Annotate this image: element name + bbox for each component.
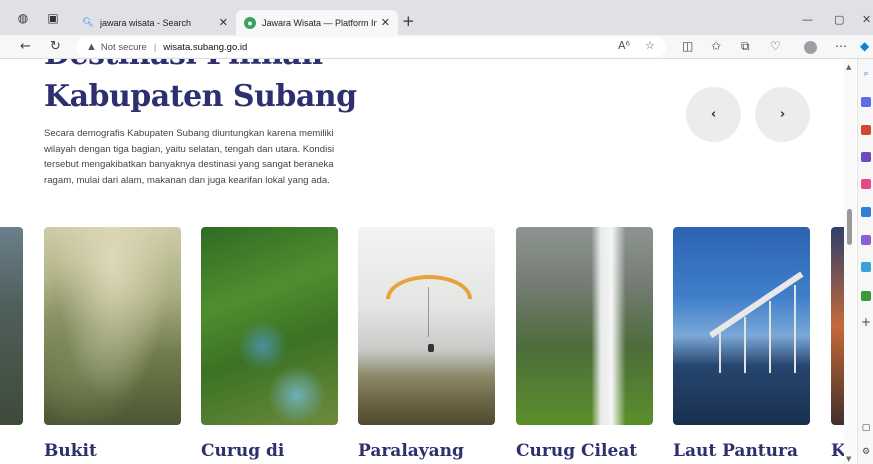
- split-screen-icon[interactable]: ◫: [682, 39, 693, 53]
- tree-icon[interactable]: [861, 291, 871, 301]
- workspaces-icon[interactable]: ◍: [16, 11, 30, 25]
- close-tab-icon[interactable]: ✕: [381, 16, 390, 29]
- destination-card-image[interactable]: [201, 227, 338, 425]
- tools-icon[interactable]: [861, 125, 871, 135]
- page-title-line1: Destinasi Pilihan: [44, 59, 323, 72]
- tab-title: jawara wisata - Search: [100, 17, 192, 28]
- carousel-prev-button[interactable]: ‹: [686, 87, 741, 142]
- destination-card-image[interactable]: [673, 227, 810, 425]
- settings-icon[interactable]: ⚙: [861, 447, 871, 457]
- sidebar-layout-icon[interactable]: ▢: [861, 423, 871, 433]
- destination-card-title[interactable]: Curug di: [201, 441, 284, 461]
- tab-jawara-wisata[interactable]: ● Jawara Wisata — Platform Inform ✕: [236, 10, 398, 35]
- carousel-next-button[interactable]: ›: [755, 87, 810, 142]
- favorite-star-icon[interactable]: ☆: [645, 39, 655, 52]
- page-title-line2: Kabupaten Subang: [44, 79, 357, 114]
- add-icon[interactable]: +: [861, 316, 871, 328]
- close-window-icon[interactable]: ✕: [862, 14, 871, 25]
- shopping-icon[interactable]: [861, 97, 871, 107]
- destination-card-title[interactable]: Bukit: [44, 441, 97, 461]
- scroll-down-icon[interactable]: ▼: [846, 455, 851, 463]
- more-icon[interactable]: ⋯: [835, 39, 847, 53]
- paraglider-line: [428, 287, 429, 337]
- url-text[interactable]: wisata.subang.go.id: [163, 42, 247, 53]
- edge-sidebar: ⌕ + ▢ ⚙: [857, 59, 873, 464]
- vertical-scrollbar[interactable]: ▲ ▼: [844, 59, 856, 464]
- minimize-icon[interactable]: —: [802, 14, 813, 25]
- address-bar[interactable]: ▲ Not secure | wisata.subang.go.id: [76, 37, 666, 57]
- destination-card-image[interactable]: [0, 227, 23, 425]
- tab-title: Jawara Wisata — Platform Inform: [262, 17, 377, 28]
- paraglider-shape: [386, 275, 472, 299]
- search-icon: 🔍︎: [82, 17, 94, 27]
- games-icon[interactable]: [861, 152, 871, 162]
- scroll-up-icon[interactable]: ▲: [846, 63, 851, 71]
- tab-search[interactable]: 🔍︎ jawara wisata - Search ✕: [74, 10, 236, 35]
- warning-icon[interactable]: ▲: [86, 41, 97, 53]
- favorites-icon[interactable]: ✩: [711, 39, 721, 53]
- tab-strip: ◍ ▣ 🔍︎ jawara wisata - Search ✕ ● Jawara…: [0, 0, 873, 35]
- destination-card-title[interactable]: Curug Cileat: [516, 441, 637, 461]
- copilot-icon[interactable]: ◆: [860, 39, 869, 53]
- chevron-right-icon: ›: [779, 107, 786, 122]
- pier-shape: [709, 253, 809, 373]
- page-content: Destinasi Pilihan Kabupaten Subang Secar…: [0, 59, 844, 464]
- section-description: Secara demografis Kabupaten Subang diunt…: [44, 128, 335, 186]
- designer-icon[interactable]: [861, 235, 871, 245]
- telegram-icon[interactable]: [861, 262, 871, 272]
- read-aloud-icon[interactable]: A⁶: [618, 39, 630, 52]
- close-tab-icon[interactable]: ✕: [219, 16, 228, 29]
- scroll-thumb[interactable]: [847, 209, 852, 245]
- divider: |: [153, 41, 157, 53]
- navigation-bar: ← ↻ ▲ Not secure | wisata.subang.go.id A…: [0, 35, 873, 59]
- destination-card-title[interactable]: K: [831, 441, 844, 461]
- tab-actions-icon[interactable]: ▣: [46, 11, 60, 25]
- destination-card-title[interactable]: Paralayang: [358, 441, 464, 461]
- destination-card-image[interactable]: [358, 227, 495, 425]
- paraglider-pilot: [428, 344, 434, 352]
- new-tab-icon[interactable]: +: [402, 14, 415, 29]
- refresh-icon[interactable]: ↻: [50, 39, 61, 54]
- globe-icon: ●: [244, 16, 256, 29]
- destination-card-image[interactable]: [516, 227, 653, 425]
- extensions-icon[interactable]: ♡: [770, 39, 781, 53]
- profile-avatar[interactable]: [804, 41, 817, 54]
- collections-icon[interactable]: ⧉: [741, 39, 750, 53]
- back-icon[interactable]: ←: [20, 39, 31, 54]
- destination-card-image[interactable]: [44, 227, 181, 425]
- maximize-icon[interactable]: ▢: [834, 14, 844, 25]
- destination-card-image[interactable]: [831, 227, 844, 425]
- chevron-left-icon: ‹: [710, 107, 717, 122]
- security-status[interactable]: Not secure: [101, 42, 147, 53]
- destination-card-title[interactable]: Laut Pantura: [673, 441, 798, 461]
- search-icon[interactable]: ⌕: [861, 69, 871, 79]
- office-icon[interactable]: [861, 179, 871, 189]
- outlook-icon[interactable]: [861, 207, 871, 217]
